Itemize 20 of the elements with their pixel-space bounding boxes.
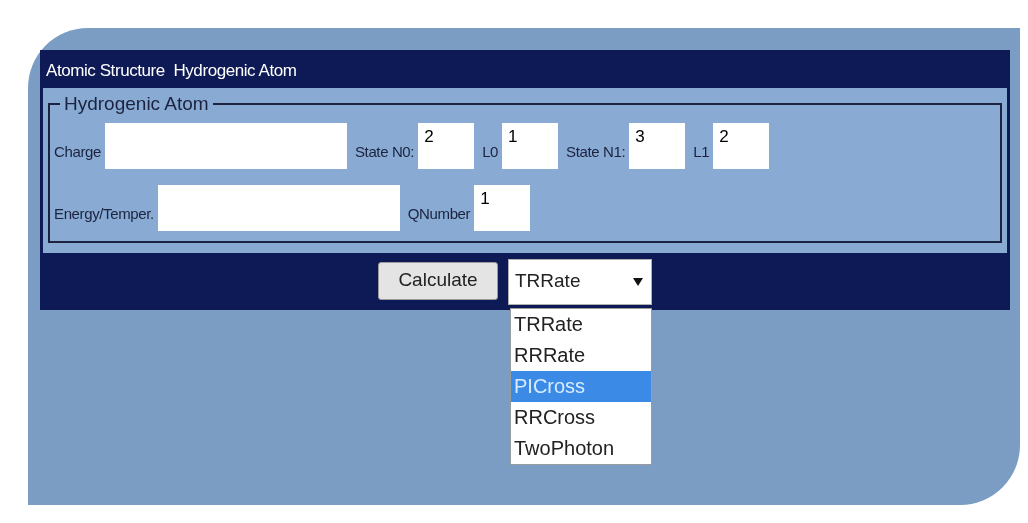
field-label: L0 xyxy=(482,142,499,163)
window-title: Atomic Structure Hydrogenic Atom xyxy=(46,59,297,82)
input-field[interactable]: 2 xyxy=(713,122,770,169)
select-value: TRRate xyxy=(515,269,581,294)
input-field[interactable] xyxy=(157,184,400,231)
field-label: State N1: xyxy=(566,142,626,163)
calculate-button[interactable]: Calculate xyxy=(378,261,498,300)
field-label: Energy/Temper. xyxy=(54,204,154,225)
select-dropdown[interactable]: TRRate xyxy=(508,258,652,305)
field-label: State N0: xyxy=(354,142,415,163)
input-field[interactable] xyxy=(104,122,347,169)
input-field[interactable]: 3 xyxy=(629,122,686,169)
input-field[interactable]: 1 xyxy=(474,184,531,231)
field-label: Charge xyxy=(54,142,101,163)
field-label: QNumber xyxy=(407,204,471,225)
legend: Hydrogenic Atom xyxy=(60,90,213,119)
input-field[interactable]: 2 xyxy=(418,122,475,169)
input-field[interactable]: 1 xyxy=(502,122,559,169)
caret-icon xyxy=(633,277,643,286)
field-label: L1 xyxy=(693,142,710,163)
